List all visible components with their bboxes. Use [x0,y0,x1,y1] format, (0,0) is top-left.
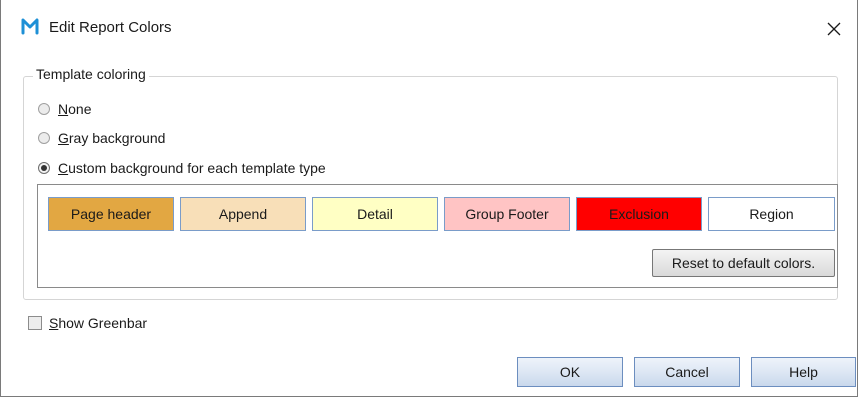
show-greenbar-checkbox[interactable] [28,316,42,330]
detail-color-button[interactable]: Detail [312,197,438,231]
ok-button[interactable]: OK [517,357,623,387]
radio-custom-background[interactable]: Custom background for each template type [38,158,326,178]
show-greenbar-checkbox-row[interactable]: Show Greenbar [28,313,147,333]
edit-report-colors-dialog: Edit Report Colors Template coloring Non… [0,0,858,397]
radio-gray-background-label: Gray background [58,130,166,146]
group-footer-color-button[interactable]: Group Footer [444,197,570,231]
radio-none-circle[interactable] [38,103,50,115]
region-color-button[interactable]: Region [708,197,835,231]
radio-gray-background[interactable]: Gray background [38,128,165,148]
dialog-title: Edit Report Colors [49,19,172,36]
show-greenbar-label: Show Greenbar [49,315,148,331]
radio-custom-background-label: Custom background for each template type [58,160,326,176]
reset-default-colors-button[interactable]: Reset to default colors. [652,249,835,277]
radio-custom-background-circle[interactable] [38,162,50,174]
exclusion-color-button[interactable]: Exclusion [576,197,702,231]
radio-gray-background-circle[interactable] [38,132,50,144]
close-button[interactable] [811,0,857,58]
m-logo-icon [21,18,39,35]
append-color-button[interactable]: Append [180,197,306,231]
radio-none[interactable]: None [38,99,91,119]
title-bar: Edit Report Colors [1,0,857,60]
close-icon [827,22,841,36]
radio-none-label: None [58,101,92,117]
template-coloring-legend: Template coloring [33,66,149,82]
cancel-button[interactable]: Cancel [634,357,740,387]
page-header-color-button[interactable]: Page header [48,197,174,231]
help-button[interactable]: Help [751,357,856,387]
